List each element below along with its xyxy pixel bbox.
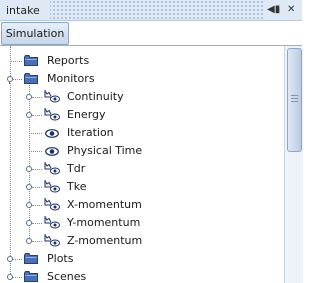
tree-item-monitors[interactable]: Monitors	[0, 70, 284, 88]
tree-item-label: Reports	[47, 54, 90, 67]
folder-icon	[24, 271, 38, 282]
folder-icon	[24, 55, 38, 66]
tree-item-y-momentum[interactable]: Y-momentum	[0, 214, 284, 232]
tree-item-physical-time[interactable]: Physical Time	[0, 142, 284, 160]
folder-icon	[24, 253, 38, 264]
minimize-panel-icon[interactable]: ◀▮	[267, 4, 280, 15]
tree-item-label: Energy	[67, 108, 106, 121]
eye-icon	[45, 129, 59, 138]
panel-title-bar: intake ◀▮ ✕	[0, 0, 302, 21]
folder-icon	[24, 73, 38, 84]
tree-item-label: X-momentum	[67, 198, 142, 211]
tree-item-scenes[interactable]: Scenes	[0, 268, 284, 283]
monitor-plot-icon	[44, 234, 60, 247]
close-icon[interactable]: ✕	[287, 4, 295, 15]
tree-item-label: Plots	[47, 252, 74, 265]
tree-item-tdr[interactable]: Tdr	[0, 160, 284, 178]
tree-item-label: Scenes	[47, 270, 87, 283]
tree-item-energy[interactable]: Energy	[0, 106, 284, 124]
tree-item-label: Z-momentum	[67, 234, 143, 247]
monitor-plot-icon	[44, 108, 60, 121]
tree-item-label: Physical Time	[67, 144, 143, 157]
tree-item-plots[interactable]: Plots	[0, 250, 284, 268]
monitor-plot-icon	[44, 180, 60, 193]
tab-strip: Simulation	[0, 21, 302, 45]
tree-item-x-momentum[interactable]: X-momentum	[0, 196, 284, 214]
tree-item-label: Iteration	[67, 126, 114, 139]
simulation-panel: intake ◀▮ ✕ Simulation Reports Monitors …	[0, 0, 303, 283]
monitor-plot-icon	[44, 216, 60, 229]
monitor-plot-icon	[44, 90, 60, 103]
tree-item-continuity[interactable]: Continuity	[0, 88, 284, 106]
tree-item-label: Continuity	[67, 90, 124, 103]
tree-item-label: Monitors	[47, 72, 95, 85]
tree-item-label: Tdr	[67, 162, 86, 175]
monitor-plot-icon	[44, 162, 60, 175]
vertical-scrollbar[interactable]	[284, 46, 303, 283]
monitor-plot-icon	[44, 198, 60, 211]
tree-item-tke[interactable]: Tke	[0, 178, 284, 196]
panel-title: intake	[6, 4, 40, 17]
tree-item-iteration[interactable]: Iteration	[0, 124, 284, 142]
eye-icon	[45, 147, 59, 156]
tree-item-z-momentum[interactable]: Z-momentum	[0, 232, 284, 250]
tree-item-label: Y-momentum	[67, 216, 141, 229]
scrollbar-thumb[interactable]	[287, 48, 302, 152]
tree-item-reports[interactable]: Reports	[0, 52, 284, 70]
tree-item-label: Tke	[67, 180, 87, 193]
tab-simulation[interactable]: Simulation	[1, 22, 69, 45]
simulation-tree: Reports Monitors Continuity Energy Itera…	[0, 46, 284, 283]
